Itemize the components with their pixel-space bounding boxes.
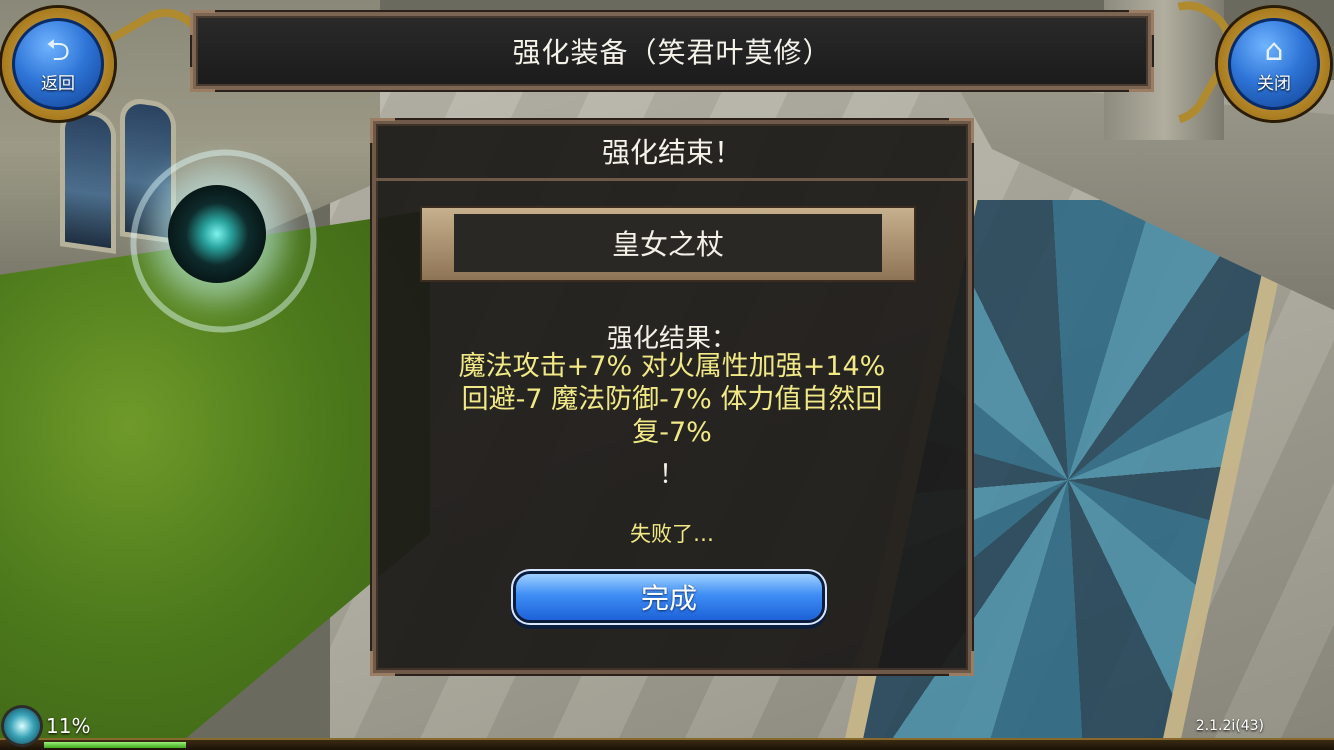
corner-ornament xyxy=(190,67,215,92)
corner-ornament xyxy=(370,651,395,676)
version-label: 2.1.2i(43) xyxy=(1195,718,1264,734)
corner-ornament xyxy=(190,10,215,35)
result-line: 魔法攻击+7% 对火属性加强+14% xyxy=(458,351,886,382)
title-bar: 强化装备（笑君叶莫修） xyxy=(190,10,1154,92)
experience-bar xyxy=(0,738,1334,750)
close-button-label: 关闭 xyxy=(1257,73,1291,94)
item-name: 皇女之杖 xyxy=(454,214,882,272)
back-button-face[interactable]: ⮌ 返回 xyxy=(12,18,104,110)
close-button-face[interactable]: ⌂ 关闭 xyxy=(1228,18,1320,110)
done-button[interactable]: 完成 xyxy=(516,574,822,620)
result-line: 复-7% xyxy=(632,417,712,448)
experience-percent: 11% xyxy=(46,714,91,738)
back-arrow-icon: ⮌ xyxy=(45,32,71,68)
experience-bar-fill xyxy=(44,742,186,748)
done-button-label: 完成 xyxy=(640,582,697,615)
teleport-portal xyxy=(168,185,266,283)
result-line: 回避-7 魔法防御-7% 体力值自然回 xyxy=(461,384,883,415)
dialog-heading: 强化结束！ xyxy=(376,124,968,181)
page-title: 强化装备（笑君叶莫修） xyxy=(512,36,832,69)
back-button-label: 返回 xyxy=(41,73,75,94)
item-name-frame: 皇女之杖 xyxy=(422,208,914,280)
fail-message: 失败了… xyxy=(630,522,714,546)
enhance-result-dialog: 强化结束！ 皇女之杖 强化结果： 魔法攻击+7% 对火属性加强+14% 回避-7… xyxy=(370,118,974,676)
home-icon: ⌂ xyxy=(1264,32,1284,68)
back-button[interactable]: ⮌ 返回 xyxy=(2,8,114,120)
experience-orb-icon xyxy=(4,708,40,744)
exclamation-mark: ！ xyxy=(658,460,685,490)
corner-ornament xyxy=(949,651,974,676)
stained-glass-window xyxy=(60,106,116,254)
result-stats: 魔法攻击+7% 对火属性加强+14% 回避-7 魔法防御-7% 体力值自然回 复… xyxy=(406,350,938,449)
close-button[interactable]: ⌂ 关闭 xyxy=(1218,8,1330,120)
